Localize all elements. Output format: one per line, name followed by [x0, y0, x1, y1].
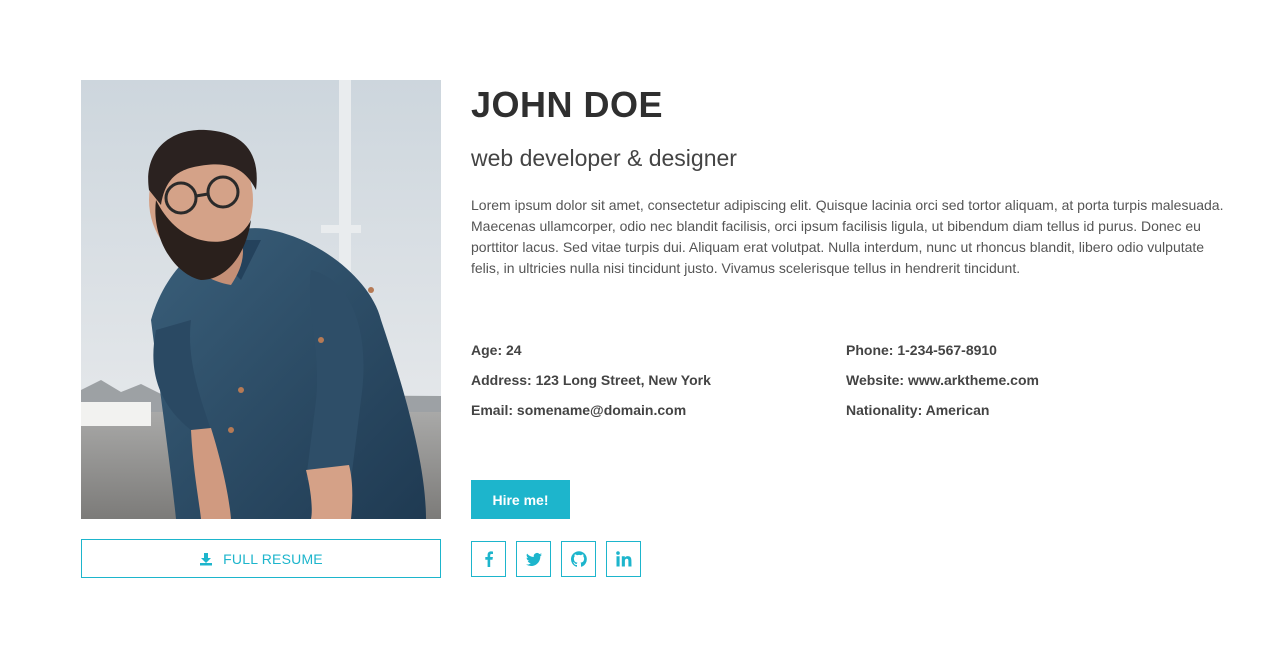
detail-phone: Phone: 1-234-567-8910: [846, 342, 997, 358]
detail-email: Email: somename@domain.com: [471, 402, 687, 418]
profile-section: FULL RESUME JOHN DOE web developer & des…: [0, 0, 1280, 660]
linkedin-icon: [615, 551, 632, 567]
profile-bio: Lorem ipsum dolor sit amet, consectetur …: [471, 197, 1224, 276]
twitter-link[interactable]: [516, 541, 551, 577]
detail-website: Website: www.arktheme.com: [846, 372, 1039, 388]
full-resume-label: FULL RESUME: [223, 550, 323, 567]
facebook-icon: [481, 551, 497, 567]
hire-me-button[interactable]: Hire me!: [471, 480, 570, 519]
details-left: Age: 24 Address: 123 Long Street, New Yo…: [471, 340, 711, 430]
github-link[interactable]: [561, 541, 596, 577]
detail-address: Address: 123 Long Street, New York: [471, 372, 711, 388]
facebook-link[interactable]: [471, 541, 506, 577]
download-icon: [199, 552, 213, 566]
full-resume-button[interactable]: FULL RESUME: [81, 539, 441, 578]
profile-name: JOHN DOE: [471, 84, 664, 125]
detail-age: Age: 24: [471, 342, 522, 358]
linkedin-link[interactable]: [606, 541, 641, 577]
twitter-icon: [525, 551, 542, 567]
social-links: [471, 541, 641, 577]
details-right: Phone: 1-234-567-8910 Website: www.arkth…: [846, 340, 1039, 430]
detail-nationality: Nationality: American: [846, 402, 990, 418]
profile-role: web developer & designer: [471, 145, 737, 171]
profile-photo: [81, 80, 441, 519]
github-icon: [570, 551, 587, 567]
